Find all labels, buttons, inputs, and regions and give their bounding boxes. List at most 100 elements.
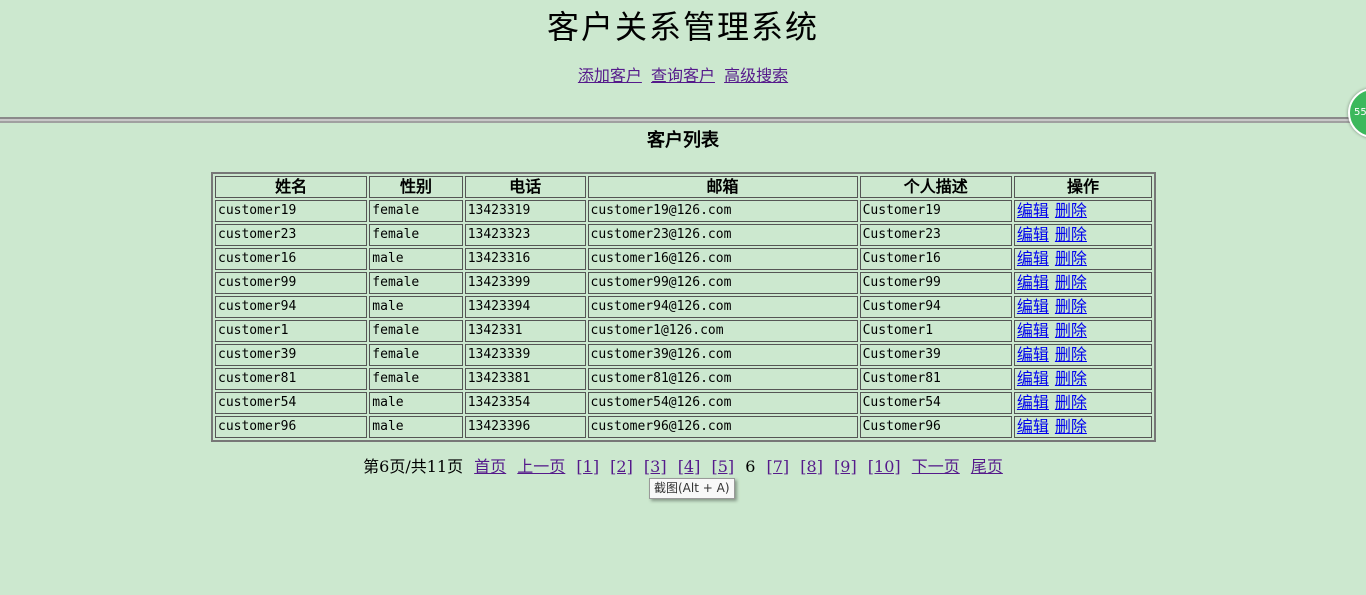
page-link-7[interactable]: [7] — [767, 457, 790, 476]
description-cell: Customer99 — [859, 272, 1012, 294]
name-cell: customer1 — [215, 320, 368, 342]
customer-table: 姓名 性别 电话 邮箱 个人描述 操作 customer19 female 1342… — [211, 172, 1156, 442]
description-cell: Customer96 — [859, 416, 1012, 438]
gender-cell: female — [369, 272, 463, 294]
nav-query-customer-link[interactable]: 查询客户 — [651, 66, 715, 85]
email-cell: customer39@126.com — [587, 344, 858, 366]
actions-cell: 编辑 删除 — [1013, 200, 1152, 222]
gender-cell: male — [369, 296, 463, 318]
actions-cell: 编辑 删除 — [1013, 248, 1152, 270]
current-page: 6 — [745, 457, 756, 476]
table-row: customer19 female 13423319 customer19@126.c… — [215, 200, 1152, 222]
table-row: customer23 female 13423323 customer23@126.c… — [215, 224, 1152, 246]
header-divider — [0, 117, 1366, 123]
description-cell: Customer19 — [859, 200, 1012, 222]
edit-link[interactable]: 编辑 — [1017, 393, 1049, 412]
phone-cell: 13423396 — [464, 416, 586, 438]
name-cell: customer96 — [215, 416, 368, 438]
description-cell: Customer81 — [859, 368, 1012, 390]
actions-cell: 编辑 删除 — [1013, 368, 1152, 390]
gender-cell: female — [369, 368, 463, 390]
first-page-link[interactable]: 首页 — [474, 457, 506, 476]
phone-cell: 13423354 — [464, 392, 586, 414]
description-cell: Customer1 — [859, 320, 1012, 342]
page-link-1[interactable]: [1] — [576, 457, 599, 476]
page-link-4[interactable]: [4] — [678, 457, 701, 476]
name-cell: customer23 — [215, 224, 368, 246]
delete-link[interactable]: 删除 — [1055, 201, 1087, 220]
delete-link[interactable]: 删除 — [1055, 297, 1087, 316]
page-link-2[interactable]: [2] — [610, 457, 633, 476]
name-cell: customer16 — [215, 248, 368, 270]
edit-link[interactable]: 编辑 — [1017, 297, 1049, 316]
delete-link[interactable]: 删除 — [1055, 417, 1087, 436]
name-cell: customer81 — [215, 368, 368, 390]
edit-link[interactable]: 编辑 — [1017, 369, 1049, 388]
table-row: customer1 female 1342331 customer1@126.com C… — [215, 320, 1152, 342]
phone-cell: 13423316 — [464, 248, 586, 270]
column-header-gender: 性别 — [369, 176, 463, 198]
actions-cell: 编辑 删除 — [1013, 392, 1152, 414]
edit-link[interactable]: 编辑 — [1017, 417, 1049, 436]
nav-add-customer-link[interactable]: 添加客户 — [578, 66, 642, 85]
name-cell: customer19 — [215, 200, 368, 222]
table-row: customer99 female 13423399 customer99@126.c… — [215, 272, 1152, 294]
email-cell: customer96@126.com — [587, 416, 858, 438]
actions-cell: 编辑 删除 — [1013, 272, 1152, 294]
edit-link[interactable]: 编辑 — [1017, 201, 1049, 220]
delete-link[interactable]: 删除 — [1055, 369, 1087, 388]
phone-cell: 1342331 — [464, 320, 586, 342]
table-row: customer96 male 13423396 customer96@126.com… — [215, 416, 1152, 438]
phone-cell: 13423394 — [464, 296, 586, 318]
next-page-link[interactable]: 下一页 — [912, 457, 960, 476]
phone-cell: 13423381 — [464, 368, 586, 390]
page-link-3[interactable]: [3] — [644, 457, 667, 476]
description-cell: Customer94 — [859, 296, 1012, 318]
gender-cell: male — [369, 392, 463, 414]
delete-link[interactable]: 删除 — [1055, 393, 1087, 412]
nav-advanced-search-link[interactable]: 高级搜索 — [724, 66, 788, 85]
prev-page-link[interactable]: 上一页 — [517, 457, 565, 476]
gender-cell: male — [369, 248, 463, 270]
name-cell: customer54 — [215, 392, 368, 414]
edit-link[interactable]: 编辑 — [1017, 249, 1049, 268]
email-cell: customer81@126.com — [587, 368, 858, 390]
email-cell: customer16@126.com — [587, 248, 858, 270]
column-header-phone: 电话 — [464, 176, 586, 198]
top-nav: 添加客户 查询客户 高级搜索 — [0, 66, 1366, 86]
edit-link[interactable]: 编辑 — [1017, 225, 1049, 244]
table-row: customer54 male 13423354 customer54@126.com… — [215, 392, 1152, 414]
actions-cell: 编辑 删除 — [1013, 320, 1152, 342]
table-header-row: 姓名 性别 电话 邮箱 个人描述 操作 — [215, 176, 1152, 198]
last-page-link[interactable]: 尾页 — [971, 457, 1003, 476]
delete-link[interactable]: 删除 — [1055, 273, 1087, 292]
gender-cell: female — [369, 344, 463, 366]
email-cell: customer23@126.com — [587, 224, 858, 246]
page-link-9[interactable]: [9] — [834, 457, 857, 476]
delete-link[interactable]: 删除 — [1055, 225, 1087, 244]
name-cell: customer99 — [215, 272, 368, 294]
table-row: customer16 male 13423316 customer16@126.com… — [215, 248, 1152, 270]
phone-cell: 13423323 — [464, 224, 586, 246]
edit-link[interactable]: 编辑 — [1017, 321, 1049, 340]
edit-link[interactable]: 编辑 — [1017, 345, 1049, 364]
edit-link[interactable]: 编辑 — [1017, 273, 1049, 292]
email-cell: customer19@126.com — [587, 200, 858, 222]
delete-link[interactable]: 删除 — [1055, 345, 1087, 364]
description-cell: Customer23 — [859, 224, 1012, 246]
phone-cell: 13423399 — [464, 272, 586, 294]
page-link-8[interactable]: [8] — [800, 457, 823, 476]
name-cell: customer39 — [215, 344, 368, 366]
delete-link[interactable]: 删除 — [1055, 249, 1087, 268]
phone-cell: 13423319 — [464, 200, 586, 222]
phone-cell: 13423339 — [464, 344, 586, 366]
column-header-actions: 操作 — [1013, 176, 1152, 198]
gender-cell: male — [369, 416, 463, 438]
page-title: 客户关系管理系统 — [546, 8, 819, 46]
description-cell: Customer39 — [859, 344, 1012, 366]
description-cell: Customer16 — [859, 248, 1012, 270]
page-link-10[interactable]: [10] — [868, 457, 901, 476]
name-cell: customer94 — [215, 296, 368, 318]
page-link-5[interactable]: [5] — [711, 457, 734, 476]
delete-link[interactable]: 删除 — [1055, 321, 1087, 340]
